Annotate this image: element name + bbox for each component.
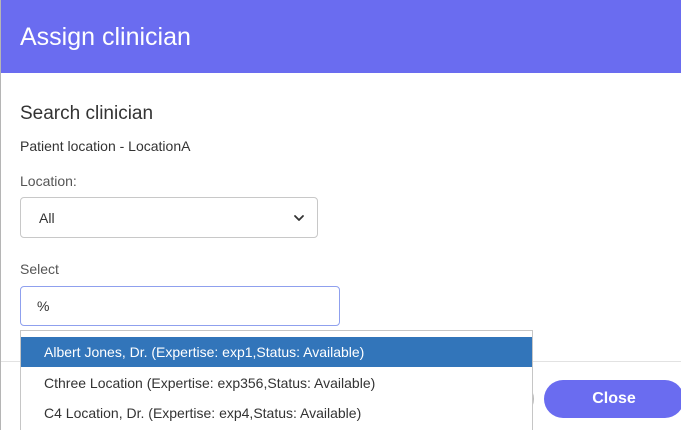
assign-clinician-dialog: Assign clinician Search clinician Patien… — [0, 0, 681, 430]
patient-location-text: Patient location - LocationA — [20, 138, 191, 154]
clinician-option[interactable]: C4 Location, Dr. (Expertise: exp4,Status… — [21, 398, 532, 428]
select-label: Select — [20, 261, 59, 277]
location-selected-value: All — [39, 210, 55, 226]
location-label: Location: — [20, 173, 77, 189]
clinician-option[interactable]: Albert Jones, Dr. (Expertise: exp1,Statu… — [21, 337, 532, 367]
location-select[interactable]: All — [20, 197, 318, 238]
search-clinician-heading: Search clinician — [20, 103, 154, 124]
close-button-label: Close — [592, 390, 636, 407]
close-button[interactable]: Close — [544, 380, 681, 418]
clinician-option[interactable]: Cthree Location (Expertise: exp356,Statu… — [21, 368, 532, 398]
clinician-results-dropdown: Albert Jones, Dr. (Expertise: exp1,Statu… — [20, 330, 533, 430]
dialog-header: Assign clinician — [1, 0, 681, 73]
chevron-down-icon — [294, 215, 304, 221]
dialog-title: Assign clinician — [20, 23, 191, 51]
clinician-search-input[interactable] — [20, 286, 340, 326]
